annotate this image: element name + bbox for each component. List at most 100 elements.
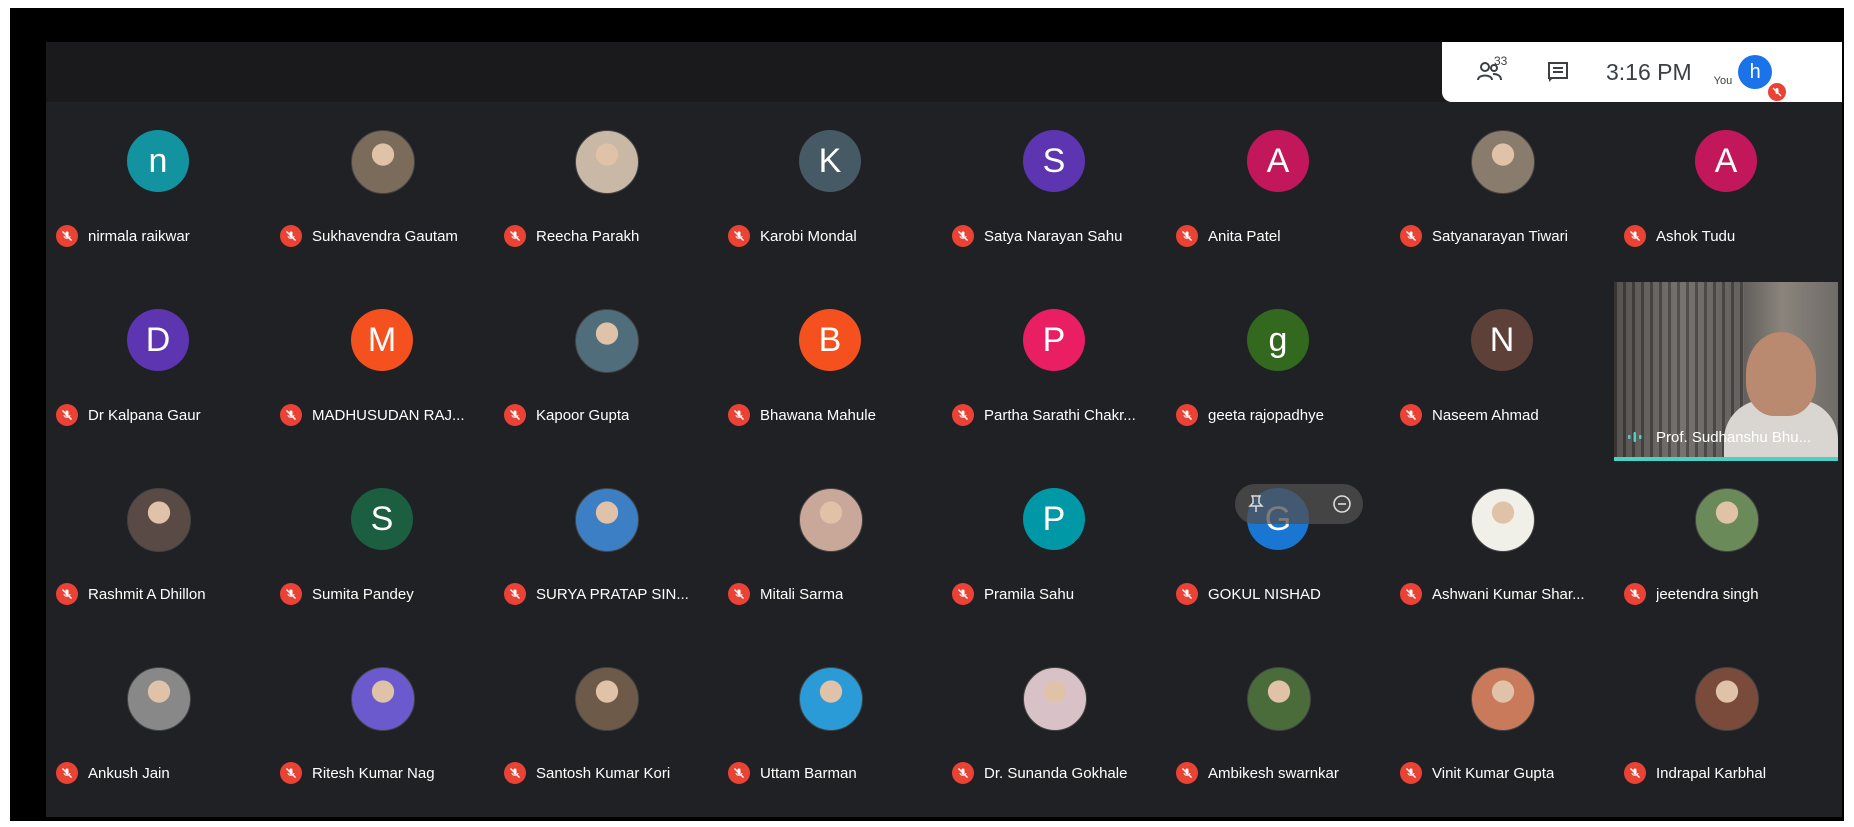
participant-avatar: [351, 667, 415, 731]
name-row: Ankush Jain: [56, 761, 270, 785]
name-row: Santosh Kumar Kori: [504, 761, 718, 785]
self-avatar-initial: h: [1749, 60, 1761, 83]
remove-button[interactable]: [1331, 492, 1353, 516]
participant-name: Partha Sarathi Chakr...: [984, 406, 1136, 424]
screen-frame: 33 3:16 PM You h n nirmala raikwar Sukha…: [10, 8, 1844, 821]
participant-tile[interactable]: Dr. Sunanda Gokhale: [942, 639, 1166, 818]
participant-tile[interactable]: M MADHUSUDAN RAJ...: [270, 281, 494, 460]
participant-tile[interactable]: Rashmit A Dhillon: [46, 460, 270, 639]
people-button[interactable]: 33: [1470, 52, 1510, 92]
participant-name: Vinit Kumar Gupta: [1432, 764, 1555, 782]
name-row: Bhawana Mahule: [728, 403, 942, 427]
mic-off-icon: [1624, 583, 1646, 605]
participant-name: Naseem Ahmad: [1432, 406, 1539, 424]
mic-off-icon: [728, 762, 750, 784]
participant-tile[interactable]: jeetendra singh: [1614, 460, 1838, 639]
participant-name: Kapoor Gupta: [536, 406, 630, 424]
mic-off-icon: [728, 583, 750, 605]
active-speaker-bar: [1614, 457, 1838, 461]
participant-name: Satya Narayan Sahu: [984, 227, 1123, 245]
participant-tile[interactable]: Ashwani Kumar Shar...: [1390, 460, 1614, 639]
participant-tile[interactable]: Ambikesh swarnkar: [1166, 639, 1390, 818]
participant-name: Sukhavendra Gautam: [312, 227, 458, 245]
participant-avatar: [575, 667, 639, 731]
participant-avatar: S: [1023, 130, 1085, 192]
name-row: Sukhavendra Gautam: [280, 224, 494, 248]
mic-off-icon: [504, 404, 526, 426]
self-avatar[interactable]: h: [1738, 55, 1787, 101]
participant-tile[interactable]: Mitali Sarma: [718, 460, 942, 639]
name-row: Partha Sarathi Chakr...: [952, 403, 1166, 427]
participant-tile[interactable]: n nirmala raikwar: [46, 102, 270, 281]
name-row: Karobi Mondal: [728, 224, 942, 248]
mic-off-icon: [1624, 762, 1646, 784]
participant-tile[interactable]: SURYA PRATAP SIN...: [494, 460, 718, 639]
mic-off-icon: [56, 225, 78, 247]
name-row: Mitali Sarma: [728, 582, 942, 606]
participant-name: Ritesh Kumar Nag: [312, 764, 435, 782]
participant-avatar: [799, 488, 863, 552]
participant-avatar: [127, 667, 191, 731]
name-row: Ambikesh swarnkar: [1176, 761, 1390, 785]
participant-tile[interactable]: N Naseem Ahmad: [1390, 281, 1614, 460]
participant-tile[interactable]: A Ashok Tudu: [1614, 102, 1838, 281]
participant-avatar: [351, 130, 415, 194]
mic-off-icon: [1400, 583, 1422, 605]
participant-avatar: A: [1247, 130, 1309, 192]
participant-name: Prof. Sudhanshu Bhu...: [1656, 428, 1812, 446]
mic-off-icon: [952, 404, 974, 426]
participant-avatar: M: [351, 309, 413, 371]
participant-tile[interactable]: D Dr Kalpana Gaur: [46, 281, 270, 460]
mic-off-icon: [728, 404, 750, 426]
participant-tile[interactable]: Indrapal Karbhal: [1614, 639, 1838, 818]
participant-tile[interactable]: Uttam Barman: [718, 639, 942, 818]
participant-tile[interactable]: Ankush Jain: [46, 639, 270, 818]
participant-name: nirmala raikwar: [88, 227, 190, 245]
participant-tile[interactable]: Vinit Kumar Gupta: [1390, 639, 1614, 818]
participant-name: Ambikesh swarnkar: [1208, 764, 1339, 782]
participant-tile[interactable]: Ritesh Kumar Nag: [270, 639, 494, 818]
chat-button[interactable]: [1538, 52, 1578, 92]
participant-tile[interactable]: g geeta rajopadhye: [1166, 281, 1390, 460]
mic-off-icon: [1176, 404, 1198, 426]
mic-off-icon: [1624, 225, 1646, 247]
name-row: Uttam Barman: [728, 761, 942, 785]
name-row: geeta rajopadhye: [1176, 403, 1390, 427]
mic-off-icon: [56, 404, 78, 426]
participant-tile[interactable]: Reecha Parakh: [494, 102, 718, 281]
participant-tile[interactable]: Sukhavendra Gautam: [270, 102, 494, 281]
participant-tile[interactable]: S Satya Narayan Sahu: [942, 102, 1166, 281]
meet-window: 33 3:16 PM You h n nirmala raikwar Sukha…: [46, 42, 1842, 817]
participant-tile[interactable]: A Anita Patel: [1166, 102, 1390, 281]
participant-tile[interactable]: P Pramila Sahu: [942, 460, 1166, 639]
mic-off-icon: [1768, 83, 1787, 101]
pin-button[interactable]: [1245, 492, 1267, 516]
mic-off-icon: [1176, 225, 1198, 247]
people-count: 33: [1494, 54, 1508, 68]
participant-name: Ashwani Kumar Shar...: [1432, 585, 1585, 603]
participant-name: Indrapal Karbhal: [1656, 764, 1767, 782]
mic-off-icon: [1400, 762, 1422, 784]
meeting-clock: 3:16 PM: [1606, 58, 1692, 85]
name-row: nirmala raikwar: [56, 224, 270, 248]
name-row: Satya Narayan Sahu: [952, 224, 1166, 248]
name-row: Anita Patel: [1176, 224, 1390, 248]
participant-tile[interactable]: B Bhawana Mahule: [718, 281, 942, 460]
participant-tile[interactable]: S Sumita Pandey: [270, 460, 494, 639]
participant-avatar: [575, 309, 639, 373]
participant-tile[interactable]: P Partha Sarathi Chakr...: [942, 281, 1166, 460]
participant-video-tile[interactable]: Prof. Sudhanshu Bhu...: [1614, 282, 1838, 461]
name-row: SURYA PRATAP SIN...: [504, 582, 718, 606]
mic-off-icon: [952, 762, 974, 784]
participant-name: Mitali Sarma: [760, 585, 844, 603]
mic-off-icon: [280, 583, 302, 605]
participant-avatar: P: [1023, 309, 1085, 371]
participant-tile[interactable]: K Karobi Mondal: [718, 102, 942, 281]
participant-avatar: [1471, 130, 1535, 194]
participant-tile[interactable]: Satyanarayan Tiwari: [1390, 102, 1614, 281]
participant-tile[interactable]: Kapoor Gupta: [494, 281, 718, 460]
minus-circle-icon: [1333, 495, 1351, 513]
participant-tile[interactable]: Santosh Kumar Kori: [494, 639, 718, 818]
mic-off-icon: [504, 583, 526, 605]
participant-avatar: P: [1023, 488, 1085, 550]
